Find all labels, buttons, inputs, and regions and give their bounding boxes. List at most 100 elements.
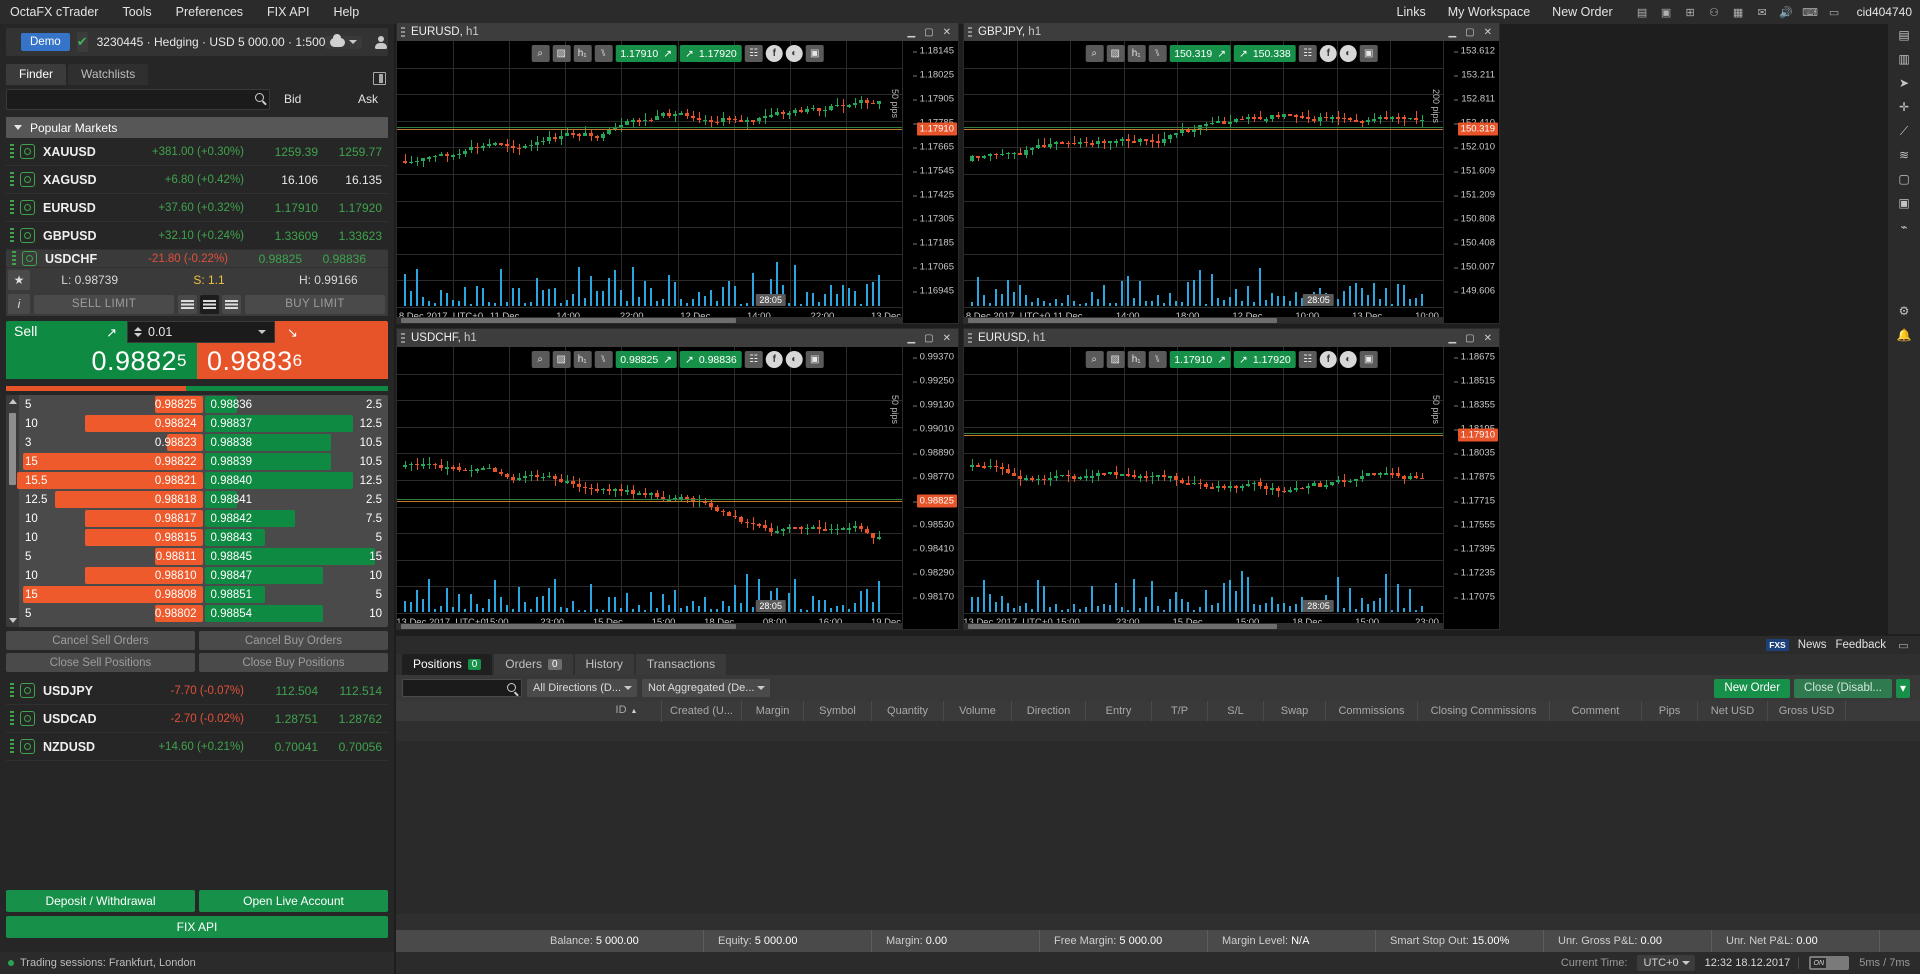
share-icon[interactable]: ◐ bbox=[1340, 351, 1357, 368]
dom-sell-row[interactable]: 150.98808 bbox=[19, 585, 203, 604]
symbol-bid[interactable]: 1.33609 bbox=[244, 229, 318, 243]
scroll-thumb[interactable] bbox=[968, 624, 1277, 629]
drag-handle-icon[interactable] bbox=[10, 739, 14, 754]
symbol-row[interactable]: XAGUSD+6.80 (+0.42%)16.10616.135 bbox=[6, 166, 388, 194]
dom-price[interactable]: 0.98851 bbox=[205, 586, 265, 603]
dom-price[interactable]: 0.98808 bbox=[23, 586, 203, 603]
chart-header[interactable]: EURUSD, h1▁▢✕ bbox=[397, 23, 958, 41]
checklist-icon[interactable]: ☷ bbox=[745, 45, 763, 62]
share-icon[interactable]: ◐ bbox=[786, 45, 803, 62]
maximize-icon[interactable]: ▢ bbox=[924, 333, 933, 344]
symbol-ask[interactable]: 1259.77 bbox=[318, 145, 388, 159]
user-icon[interactable] bbox=[374, 36, 387, 49]
chart-bid-button[interactable]: 1.17910↗ bbox=[615, 45, 677, 62]
layers-tool-icon[interactable]: ▥ bbox=[1895, 51, 1913, 67]
chart-type-icon[interactable]: ⑊ bbox=[594, 351, 612, 368]
symbol-ask[interactable]: 0.98836 bbox=[302, 252, 372, 266]
feedback-link[interactable]: Feedback bbox=[1835, 639, 1886, 651]
scroll-up-icon[interactable] bbox=[9, 399, 17, 404]
dom-scrollbar[interactable] bbox=[6, 395, 19, 627]
table-column-header[interactable]: Margin bbox=[742, 701, 804, 721]
positions-search-box[interactable] bbox=[402, 679, 522, 697]
chart-ask-button[interactable]: ↗1.17920 bbox=[1234, 351, 1296, 368]
sound-icon[interactable]: 🔊 bbox=[1778, 5, 1795, 20]
chart-horizontal-scrollbar[interactable] bbox=[964, 317, 1443, 323]
dom-sell-row[interactable]: 50.98802 bbox=[19, 604, 203, 623]
symbol-ask[interactable]: 1.28762 bbox=[318, 712, 388, 726]
dom-price[interactable]: 0.98842 bbox=[205, 510, 295, 527]
dom-sell-row[interactable]: 50.98825 bbox=[19, 395, 203, 414]
calendar-icon[interactable]: ▦ bbox=[1730, 5, 1747, 20]
symbol-row[interactable]: EURUSD+37.60 (+0.32%)1.179101.17920 bbox=[6, 194, 388, 222]
symbol-bid[interactable]: 1.28751 bbox=[244, 712, 318, 726]
chart-ask-button[interactable]: ↗150.338 bbox=[1234, 45, 1296, 62]
symbol-row-selected[interactable]: USDCHF-21.80 (-0.22%)0.988250.98836 bbox=[6, 250, 388, 268]
table-column-header[interactable]: Quantity bbox=[872, 701, 944, 721]
close-icon[interactable]: ✕ bbox=[943, 333, 951, 344]
table-column-header[interactable]: Created (U... bbox=[662, 701, 742, 721]
dom-sell-row[interactable]: 15.50.98821 bbox=[19, 471, 203, 490]
dom-sell-row[interactable]: 30.98823 bbox=[19, 433, 203, 452]
buy-tab[interactable]: ↘ bbox=[275, 321, 388, 343]
chat-icon[interactable]: ▭ bbox=[1826, 5, 1843, 20]
zoom-icon[interactable]: ⌕ bbox=[1085, 45, 1103, 62]
chart-panel[interactable]: EURUSD, h1▁▢✕⌕▨h₁⑊1.17910↗↗1.17920☷f◐▣50… bbox=[396, 22, 959, 324]
maximize-icon[interactable]: ▢ bbox=[1465, 333, 1474, 344]
dom-buy-row[interactable]: 0.988362.5 bbox=[205, 395, 389, 414]
quantity-stepper[interactable]: 0.01 bbox=[127, 321, 275, 343]
dom-buy-row[interactable]: 0.9883712.5 bbox=[205, 414, 389, 433]
checklist-icon[interactable]: ☷ bbox=[1299, 45, 1317, 62]
dom-price[interactable]: 0.98838 bbox=[205, 434, 331, 451]
symbol-ask[interactable]: 0.70056 bbox=[318, 740, 388, 754]
deposit-withdrawal-button[interactable]: Deposit / Withdrawal bbox=[6, 890, 195, 912]
chart-settings-icon[interactable]: ▨ bbox=[552, 45, 570, 62]
maximize-icon[interactable]: ▢ bbox=[924, 27, 933, 38]
chart-bid-button[interactable]: 1.17910↗ bbox=[1169, 351, 1231, 368]
my-workspace-menu[interactable]: My Workspace bbox=[1437, 0, 1541, 24]
dom-sell-row[interactable]: 12.50.98818 bbox=[19, 490, 203, 509]
chart-y-axis[interactable]: 1.186751.185151.183551.181951.180351.178… bbox=[1443, 347, 1499, 629]
bottom-tab-history[interactable]: History bbox=[575, 654, 634, 675]
zoom-icon[interactable]: ⌕ bbox=[1085, 351, 1103, 368]
symbol-row[interactable]: NZDUSD+14.60 (+0.21%)0.700410.70056 bbox=[6, 733, 388, 761]
open-live-account-button[interactable]: Open Live Account bbox=[199, 890, 388, 912]
close-icon[interactable]: ✕ bbox=[943, 27, 951, 38]
share-icon[interactable]: ◐ bbox=[1340, 45, 1357, 62]
dom-buy-row[interactable]: 0.9884710 bbox=[205, 566, 389, 585]
cursor-tool-icon[interactable]: ➤ bbox=[1895, 75, 1913, 91]
chart-ask-button[interactable]: ↗1.17920 bbox=[680, 45, 742, 62]
drag-handle-icon[interactable] bbox=[968, 27, 972, 38]
bottom-tab-orders[interactable]: Orders0 bbox=[494, 654, 572, 675]
symbol-ask[interactable]: 1.17920 bbox=[318, 201, 388, 215]
drag-handle-icon[interactable] bbox=[10, 200, 14, 215]
menu-item-help[interactable]: Help bbox=[321, 0, 371, 24]
sell-price-button[interactable]: 0.98825 bbox=[6, 343, 197, 379]
screenshot-icon[interactable]: ▣ bbox=[1360, 351, 1378, 368]
scroll-down-icon[interactable] bbox=[9, 618, 17, 623]
dom-buy-row[interactable]: 0.988515 bbox=[205, 585, 389, 604]
table-column-header[interactable]: Entry bbox=[1086, 701, 1152, 721]
bottom-tab-positions[interactable]: Positions0 bbox=[402, 654, 492, 675]
menu-item-brand[interactable]: OctaFX cTrader bbox=[0, 0, 110, 24]
screenshot-icon[interactable]: ▣ bbox=[806, 351, 824, 368]
dom-price[interactable]: 0.98824 bbox=[85, 415, 203, 432]
mail-icon[interactable]: ✉ bbox=[1754, 5, 1771, 20]
table-column-header[interactable]: Comment bbox=[1550, 701, 1642, 721]
minimize-icon[interactable]: ▁ bbox=[907, 333, 915, 344]
table-column-header[interactable]: Commissions bbox=[1326, 701, 1418, 721]
table-column-header[interactable]: Direction bbox=[1012, 701, 1086, 721]
zoom-icon[interactable]: ⌕ bbox=[531, 45, 549, 62]
table-column-header[interactable]: Net USD bbox=[1698, 701, 1768, 721]
alerts-tool-icon[interactable]: 🔔 bbox=[1895, 327, 1913, 343]
chart-type-icon[interactable]: ⑊ bbox=[594, 45, 612, 62]
table-column-header[interactable]: S/L bbox=[1208, 701, 1264, 721]
dom-sell-row[interactable]: 100.98815 bbox=[19, 528, 203, 547]
chart-bid-button[interactable]: 150.319↗ bbox=[1169, 45, 1231, 62]
dom-price[interactable]: 0.98839 bbox=[205, 453, 331, 470]
dom-price[interactable]: 0.98840 bbox=[205, 472, 353, 489]
table-column-header[interactable]: Swap bbox=[1264, 701, 1326, 721]
chart-header[interactable]: GBPJPY, h1▁▢✕ bbox=[964, 23, 1499, 41]
dom-price[interactable]: 0.98836 bbox=[205, 396, 237, 413]
tab-watchlists[interactable]: Watchlists bbox=[68, 64, 148, 85]
trendline-tool-icon[interactable]: ⟋ bbox=[1895, 123, 1913, 139]
